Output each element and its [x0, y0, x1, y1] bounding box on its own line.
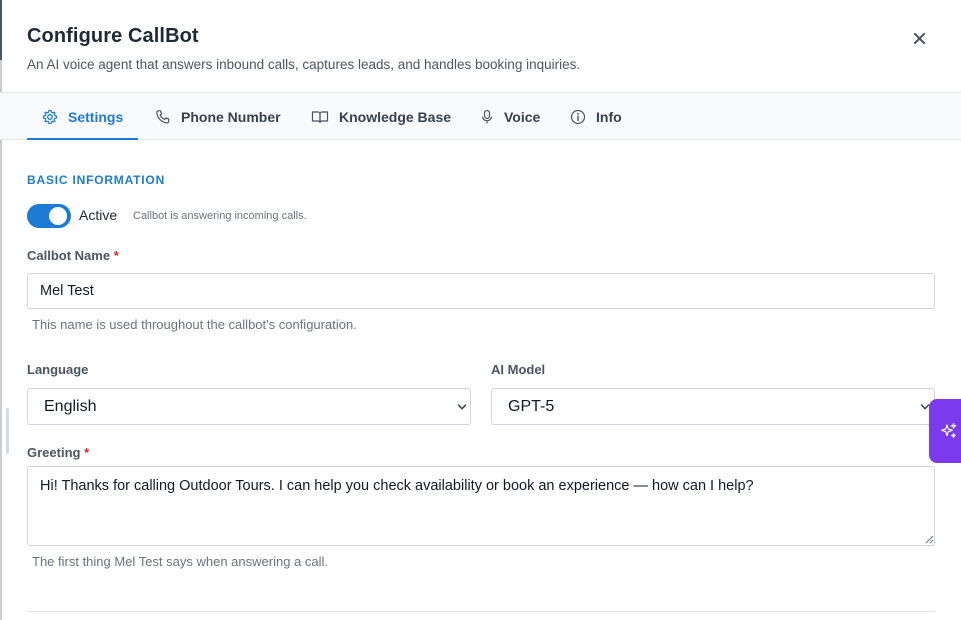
language-select-value: English: [44, 398, 97, 415]
book-icon: [311, 110, 329, 123]
toggle-knob: [49, 207, 67, 225]
active-toggle-label: Active: [79, 207, 118, 223]
greeting-label-text: Greeting: [27, 445, 81, 460]
modal-title: Configure CallBot: [27, 25, 199, 47]
active-tab-indicator: [27, 138, 138, 140]
callbot-name-input[interactable]: [27, 273, 935, 309]
callbot-name-help: This name is used throughout the callbot…: [32, 317, 357, 332]
tab-info-label: Info: [596, 108, 622, 125]
modal-header: Configure CallBot An AI voice agent that…: [0, 0, 961, 93]
chevron-down-icon: [457, 404, 467, 410]
greeting-help: The first thing Mel Test says when answe…: [32, 554, 329, 569]
info-icon: [570, 109, 586, 124]
tab-settings[interactable]: Settings: [42, 93, 123, 140]
modal-subtitle: An AI voice agent that answers inbound c…: [27, 57, 581, 72]
language-label: Language: [27, 362, 89, 377]
microphone-icon: [481, 109, 493, 123]
language-select[interactable]: English: [27, 388, 471, 425]
sparkles-icon: [941, 423, 957, 438]
tab-voice[interactable]: Voice: [480, 93, 540, 140]
tab-bar: Settings Phone Number Knowledge Base Voi…: [0, 93, 961, 140]
ai-model-select-value: GPT-5: [508, 398, 555, 415]
gear-icon: [42, 109, 58, 124]
section-title-basic-information: BASIC INFORMATION: [27, 173, 166, 187]
active-toggle[interactable]: [27, 204, 71, 228]
active-toggle-description: Callbot is answering incoming calls.: [133, 210, 307, 222]
section-divider: [27, 611, 935, 612]
greeting-label: Greeting *: [27, 445, 89, 460]
required-asterisk: *: [84, 445, 90, 460]
tab-phone-number[interactable]: Phone Number: [155, 93, 281, 140]
phone-icon: [156, 109, 170, 124]
tab-voice-label: Voice: [504, 108, 541, 125]
tab-knowledge-base[interactable]: Knowledge Base: [311, 93, 451, 140]
close-icon: [913, 32, 925, 44]
tab-settings-label: Settings: [68, 108, 124, 125]
greeting-textarea[interactable]: Hi! Thanks for calling Outdoor Tours. I …: [27, 466, 935, 546]
tab-phone-number-label: Phone Number: [181, 108, 281, 125]
tab-info[interactable]: Info: [570, 93, 622, 140]
resize-grip-icon[interactable]: [925, 535, 934, 544]
close-button[interactable]: [906, 26, 932, 50]
ai-model-label: AI Model: [491, 362, 546, 377]
ai-assistant-button[interactable]: [929, 399, 961, 463]
side-resize-handle[interactable]: [6, 408, 9, 454]
callbot-name-label: Callbot Name *: [27, 248, 119, 263]
tab-knowledge-base-label: Knowledge Base: [339, 108, 452, 125]
required-asterisk: *: [113, 248, 119, 263]
callbot-name-label-text: Callbot Name: [27, 248, 111, 263]
ai-model-select[interactable]: GPT-5: [491, 388, 935, 425]
